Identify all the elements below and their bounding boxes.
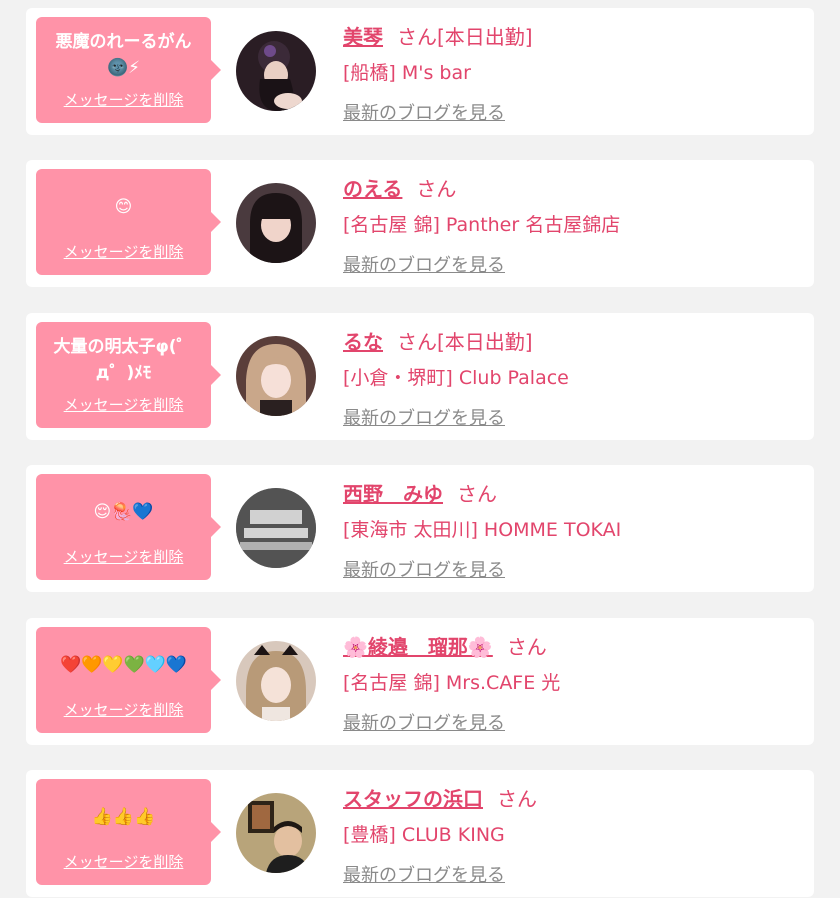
message-bubble: 😌🪼💙 メッセージを削除	[36, 474, 221, 580]
message-card: ❤️🧡💛💚🩵💙 メッセージを削除 🌸綾邉 瑠那🌸 さん [名古屋 錦] Mrs.C…	[26, 618, 814, 745]
name-line: 🌸綾邉 瑠那🌸 さん	[343, 631, 547, 660]
delete-message-link[interactable]: メッセージを削除	[36, 89, 211, 110]
shop-label: [豊橋] CLUB KING	[343, 824, 505, 846]
message-text: 😊	[114, 197, 133, 217]
honorific: さん	[457, 482, 497, 506]
message-card: 😌🪼💙 メッセージを削除 西野 みゆ さん [東海市 太田川] HOMME TOK…	[26, 465, 814, 592]
name-line: 西野 みゆ さん	[343, 478, 497, 507]
message-text: 😌🪼💙	[93, 502, 154, 522]
name-line: 美琴 さん[本日出勤]	[343, 21, 533, 50]
delete-message-link[interactable]: メッセージを削除	[36, 241, 211, 262]
avatar[interactable]	[236, 641, 316, 721]
latest-blog-link[interactable]: 最新のブログを見る	[343, 556, 505, 582]
latest-blog-link[interactable]: 最新のブログを見る	[343, 404, 505, 430]
message-text: 悪魔のれーるがん 🌚⚡	[55, 32, 192, 78]
name-line: のえる さん	[343, 173, 456, 202]
cast-name-link[interactable]: のえる	[343, 177, 402, 201]
delete-message-link[interactable]: メッセージを削除	[36, 546, 211, 567]
honorific: さん	[397, 330, 437, 354]
message-bubble: 😊 メッセージを削除	[36, 169, 221, 275]
message-card: 悪魔のれーるがん 🌚⚡ メッセージを削除 美琴 さん[本日出勤] [船橋] M's…	[26, 8, 814, 135]
latest-blog-link[interactable]: 最新のブログを見る	[343, 99, 505, 125]
message-text: ❤️🧡💛💚🩵💙	[59, 655, 187, 675]
name-line: スタッフの浜口 さん	[343, 783, 537, 812]
latest-blog-link[interactable]: 最新のブログを見る	[343, 861, 505, 887]
message-bubble: 悪魔のれーるがん 🌚⚡ メッセージを削除	[36, 17, 221, 123]
shop-label: [東海市 太田川] HOMME TOKAI	[343, 519, 622, 541]
message-text: 大量の明太子φ(゜ д゜)ﾒﾓ	[53, 337, 194, 383]
message-text: 👍👍👍	[91, 807, 156, 827]
avatar[interactable]	[236, 183, 316, 263]
honorific: さん	[397, 25, 437, 49]
delete-message-link[interactable]: メッセージを削除	[36, 851, 211, 872]
latest-blog-link[interactable]: 最新のブログを見る	[343, 251, 505, 277]
status-label: [本日出勤]	[437, 330, 533, 354]
message-card: 大量の明太子φ(゜ д゜)ﾒﾓ メッセージを削除 るな さん[本日出勤] [小倉・…	[26, 313, 814, 440]
message-bubble: ❤️🧡💛💚🩵💙 メッセージを削除	[36, 627, 221, 733]
latest-blog-link[interactable]: 最新のブログを見る	[343, 709, 505, 735]
avatar[interactable]	[236, 31, 316, 111]
shop-label: [小倉・堺町] Club Palace	[343, 367, 569, 389]
shop-label: [船橋] M's bar	[343, 62, 471, 84]
cast-name-link[interactable]: るな	[343, 330, 383, 354]
avatar[interactable]	[236, 336, 316, 416]
message-bubble: 👍👍👍 メッセージを削除	[36, 779, 221, 885]
avatar[interactable]	[236, 488, 316, 568]
cast-name-link[interactable]: 美琴	[343, 25, 383, 49]
delete-message-link[interactable]: メッセージを削除	[36, 699, 211, 720]
message-bubble: 大量の明太子φ(゜ д゜)ﾒﾓ メッセージを削除	[36, 322, 221, 428]
cast-name-link[interactable]: 🌸綾邉 瑠那🌸	[343, 635, 493, 659]
message-card: 😊 メッセージを削除 のえる さん [名古屋 錦] Panther 名古屋錦店 最…	[26, 160, 814, 287]
shop-label: [名古屋 錦] Mrs.CAFE 光	[343, 672, 561, 694]
cast-name-link[interactable]: 西野 みゆ	[343, 482, 443, 506]
avatar[interactable]	[236, 793, 316, 873]
cast-name-link[interactable]: スタッフの浜口	[343, 787, 483, 811]
status-label: [本日出勤]	[437, 25, 533, 49]
honorific: さん	[416, 177, 457, 201]
message-card: 👍👍👍 メッセージを削除 スタッフの浜口 さん [豊橋] CLUB KING 最新…	[26, 770, 814, 897]
shop-label: [名古屋 錦] Panther 名古屋錦店	[343, 214, 621, 236]
honorific: さん	[506, 635, 547, 659]
delete-message-link[interactable]: メッセージを削除	[36, 394, 211, 415]
name-line: るな さん[本日出勤]	[343, 326, 533, 355]
honorific: さん	[497, 787, 537, 811]
